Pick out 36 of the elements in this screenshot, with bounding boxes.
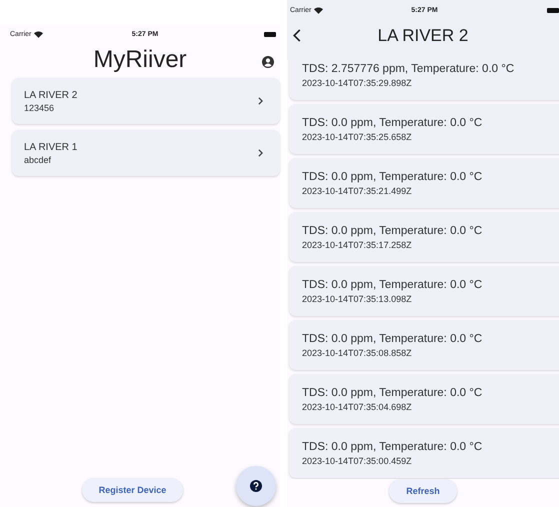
reading-text: TDS: 0.0 ppm, Temperature: 0.0 °C bbox=[302, 440, 484, 452]
reading-text: TDS: 0.0 ppm, Temperature: 0.0 °C bbox=[302, 332, 484, 344]
reading-text: TDS: 0.0 ppm, Temperature: 0.0 °C bbox=[302, 170, 484, 182]
reading-timestamp: 2023-10-14T07:35:00.459Z bbox=[302, 456, 413, 466]
refresh-button[interactable]: Refresh bbox=[389, 479, 457, 503]
reading-text: TDS: 0.0 ppm, Temperature: 0.0 °C bbox=[302, 386, 484, 398]
wifi-icon bbox=[314, 6, 324, 14]
reading-timestamp: 2023-10-14T07:35:04.698Z bbox=[302, 402, 413, 412]
chevron-right-icon bbox=[258, 97, 263, 105]
register-device-button[interactable]: Register Device bbox=[82, 478, 184, 502]
battery-icon bbox=[264, 32, 276, 36]
screen-title: LA RIVER 2 bbox=[378, 26, 468, 46]
back-icon[interactable] bbox=[293, 29, 301, 42]
help-icon bbox=[250, 480, 262, 492]
reading-text: TDS: 2.757776 ppm, Temperature: 0.0 °C bbox=[302, 62, 516, 74]
reading-text: TDS: 0.0 ppm, Temperature: 0.0 °C bbox=[302, 116, 484, 128]
reading-timestamp: 2023-10-14T07:35:29.898Z bbox=[302, 78, 413, 88]
help-button[interactable] bbox=[236, 466, 276, 506]
reading-text: TDS: 0.0 ppm, Temperature: 0.0 °C bbox=[302, 224, 484, 236]
reading-timestamp: 2023-10-14T07:35:25.658Z bbox=[302, 132, 413, 142]
reading-timestamp: 2023-10-14T07:35:13.098Z bbox=[302, 294, 413, 304]
device-card[interactable]: LA RIVER 1 abcdef bbox=[12, 130, 280, 176]
device-code: 123456 bbox=[24, 102, 56, 112]
app-title: MyRiiver bbox=[93, 46, 187, 74]
reading-timestamp: 2023-10-14T07:35:08.858Z bbox=[302, 348, 413, 358]
reading-text: TDS: 0.0 ppm, Temperature: 0.0 °C bbox=[302, 278, 484, 290]
device-name: LA RIVER 1 bbox=[24, 142, 78, 152]
wifi-icon bbox=[34, 30, 44, 38]
battery-icon bbox=[547, 8, 559, 12]
reading-timestamp: 2023-10-14T07:35:17.258Z bbox=[302, 240, 413, 250]
chevron-right-icon bbox=[258, 149, 263, 157]
account-icon[interactable] bbox=[262, 56, 274, 68]
device-code: abcdef bbox=[24, 154, 52, 164]
reading-timestamp: 2023-10-14T07:35:21.499Z bbox=[302, 186, 413, 196]
device-card[interactable]: LA RIVER 2 123456 bbox=[12, 78, 280, 124]
device-name: LA RIVER 2 bbox=[24, 90, 78, 100]
